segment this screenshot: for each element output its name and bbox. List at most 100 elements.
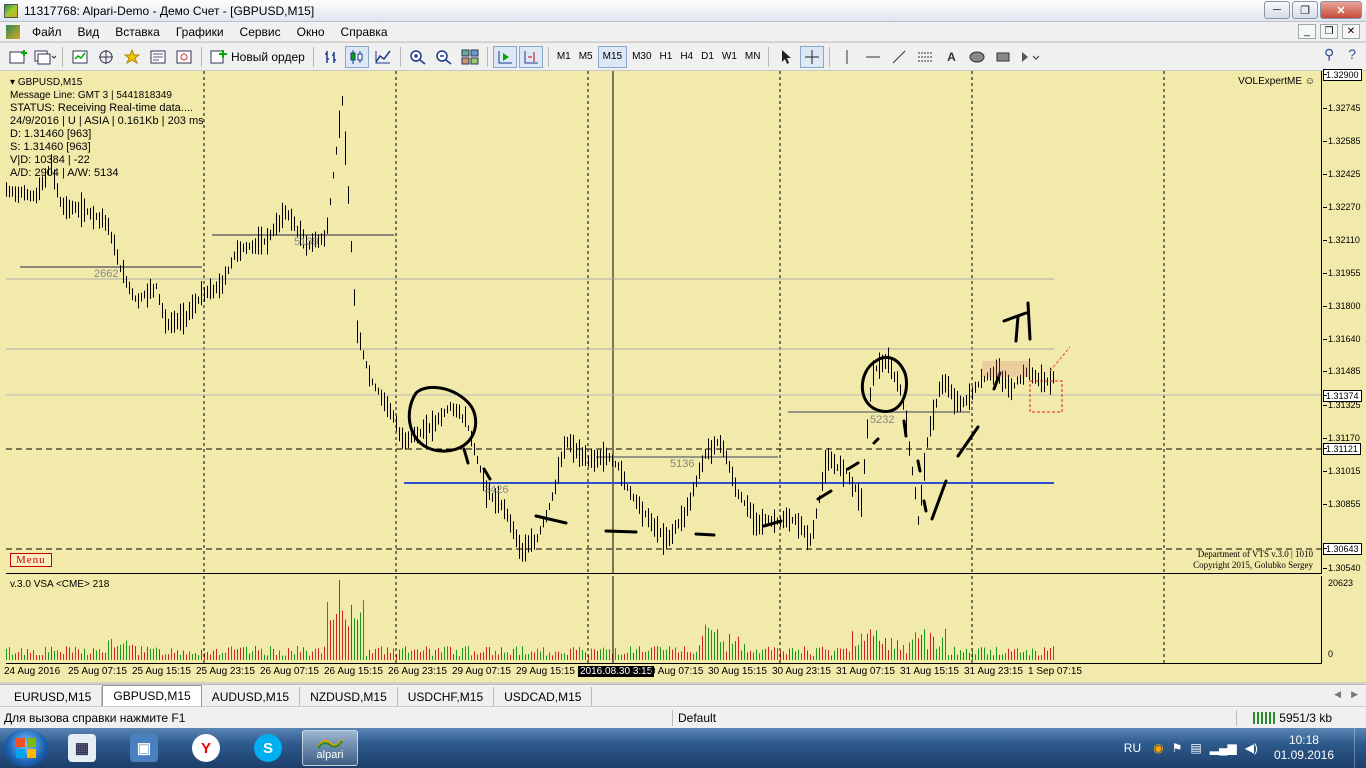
annotation-stroke <box>762 519 783 528</box>
taskbar-alpari[interactable]: alpari <box>302 730 358 766</box>
tile-windows-icon[interactable] <box>458 46 482 68</box>
price-axis-tick <box>1323 240 1327 241</box>
crosshair-icon[interactable] <box>800 45 825 68</box>
toolbar-separator <box>829 46 831 67</box>
period-m5[interactable]: M5 <box>575 51 597 62</box>
tray-volume-icon[interactable]: ◀) <box>1245 741 1258 755</box>
taskbar-yandex[interactable]: Y <box>178 730 234 766</box>
toolbar-separator <box>486 46 488 67</box>
tray-device-icon[interactable]: ▤ <box>1190 741 1201 755</box>
chart-window-icon[interactable] <box>6 24 20 39</box>
period-w1[interactable]: W1 <box>718 51 741 62</box>
period-m15[interactable]: M15 <box>597 45 628 68</box>
maximize-button[interactable]: ❐ <box>1292 1 1318 19</box>
taskbar-skype[interactable]: S <box>240 730 296 766</box>
horizontal-line-icon[interactable] <box>861 46 885 68</box>
mdi-close-button[interactable]: ✕ <box>1342 24 1360 39</box>
taskbar-calculator[interactable]: ▦ <box>54 730 110 766</box>
tab-nzdusd[interactable]: NZDUSD,M15 <box>300 687 398 706</box>
price-axis-label: 1.32900 <box>1323 69 1362 81</box>
search-icon[interactable]: ⚲ <box>1324 46 1334 63</box>
minimize-button[interactable]: ─ <box>1264 1 1290 19</box>
volume-subchart[interactable]: v.3.0 VSA <CME> 218 <box>6 576 1322 664</box>
text-tool-icon[interactable]: A <box>939 46 963 68</box>
candlestick-chart-icon[interactable] <box>344 45 369 68</box>
tab-usdchf[interactable]: USDCHF,M15 <box>398 687 495 706</box>
menu-insert[interactable]: Вставка <box>107 25 168 39</box>
connection-status[interactable]: 5951/3 kb <box>1253 711 1332 725</box>
period-m30[interactable]: M30 <box>628 51 655 62</box>
tray-network-icon[interactable]: ▂▄▆ <box>1210 741 1237 755</box>
tray-flag-icon[interactable]: ⚑ <box>1172 741 1183 755</box>
price-axis-label: 1.31800 <box>1328 301 1361 311</box>
chart-shift-icon[interactable] <box>518 45 543 68</box>
time-axis-label: 30 Aug 23:15 <box>772 666 831 677</box>
scroll-left-icon[interactable]: ◀ <box>1334 689 1341 700</box>
trendline-icon[interactable] <box>887 46 911 68</box>
menu-view[interactable]: Вид <box>70 25 108 39</box>
period-m1[interactable]: M1 <box>553 51 575 62</box>
mdi-restore-button[interactable]: ❐ <box>1320 24 1338 39</box>
time-axis-label: 24 Aug 2016 <box>4 666 61 677</box>
ellipse-tool-icon[interactable] <box>965 46 989 68</box>
time-axis-label: 2016.08.30 3:15 <box>578 666 655 677</box>
zoom-out-icon[interactable] <box>432 46 456 68</box>
tab-audusd[interactable]: AUDUSD,M15 <box>202 687 301 706</box>
period-mn[interactable]: MN <box>741 51 765 62</box>
expert-advisor-label[interactable]: VOLExpertME ☺ <box>1238 76 1315 87</box>
new-order-button[interactable]: Новый ордер <box>206 49 309 65</box>
navigator-icon[interactable] <box>120 46 144 68</box>
start-button[interactable] <box>4 729 48 767</box>
price-axis-tick <box>1323 395 1327 396</box>
menu-window[interactable]: Окно <box>289 25 333 39</box>
menu-file[interactable]: Файл <box>24 25 70 39</box>
cursor-icon[interactable] <box>774 46 798 68</box>
line-chart-icon[interactable] <box>371 46 395 68</box>
menu-help[interactable]: Справка <box>333 25 396 39</box>
bar-chart-icon[interactable] <box>319 46 343 68</box>
copyright-line: Copyright 2015, Golubko Sergey <box>1193 560 1313 570</box>
period-h4[interactable]: H4 <box>676 51 697 62</box>
profiles-icon[interactable] <box>33 46 57 68</box>
show-desktop-button[interactable] <box>1354 728 1366 768</box>
tab-eurusd[interactable]: EURUSD,M15 <box>4 687 103 706</box>
tester-icon[interactable] <box>172 46 196 68</box>
time-axis[interactable]: 24 Aug 2016 25 Aug 07:15 25 Aug 15:15 25 Au… <box>4 664 1322 682</box>
time-axis-label: 31 Aug 23:15 <box>964 666 1023 677</box>
more-tools-icon[interactable] <box>1017 46 1041 68</box>
rectangle-tool-icon[interactable] <box>991 46 1015 68</box>
terminal-icon[interactable] <box>146 46 170 68</box>
connection-traffic: 5951/3 kb <box>1279 710 1332 725</box>
language-indicator[interactable]: RU <box>1124 741 1141 755</box>
period-h1[interactable]: H1 <box>656 51 677 62</box>
data-window-icon[interactable] <box>94 46 118 68</box>
mdi-minimize-button[interactable]: _ <box>1298 24 1316 39</box>
zoom-in-icon[interactable] <box>406 46 430 68</box>
annotation-highlight <box>982 361 1030 377</box>
close-button[interactable]: ✕ <box>1320 1 1362 19</box>
taskbar-remote-desktop[interactable]: ▣ <box>116 730 172 766</box>
channel-icon[interactable] <box>913 46 937 68</box>
indicator-menu-button[interactable]: Menu <box>10 553 52 567</box>
info-line: V|D: 10384 | -22 <box>10 154 90 166</box>
new-chart-icon[interactable] <box>7 46 31 68</box>
auto-scroll-icon[interactable] <box>492 45 517 68</box>
clock-time: 10:18 <box>1288 733 1319 747</box>
price-axis[interactable]: 1.32900 1.32745 1.32585 1.32425 1.32270 1.321… <box>1323 69 1366 664</box>
tray-app-icon[interactable]: ◉ <box>1153 741 1163 755</box>
scroll-right-icon[interactable]: ▶ <box>1351 689 1358 700</box>
help-icon[interactable]: ? <box>1348 46 1356 63</box>
market-watch-icon[interactable] <box>68 46 92 68</box>
tab-usdcad[interactable]: USDCAD,M15 <box>494 687 593 706</box>
menu-charts[interactable]: Графики <box>168 25 232 39</box>
menu-tools[interactable]: Сервис <box>232 25 289 39</box>
tab-gbpusd[interactable]: GBPUSD,M15 <box>102 685 202 706</box>
toolbar-separator <box>768 46 770 67</box>
vertical-line-icon[interactable] <box>835 46 859 68</box>
info-line: Message Line: GMT 3 | 5441818349 <box>10 90 172 101</box>
clock[interactable]: 10:18 01.09.2016 <box>1274 733 1334 763</box>
price-chart[interactable]: ▾ GBPUSD,M15 Message Line: GMT 3 | 54418… <box>6 71 1322 574</box>
price-axis-tick <box>1323 568 1327 569</box>
period-d1[interactable]: D1 <box>697 51 718 62</box>
toolbar-separator <box>201 46 202 67</box>
